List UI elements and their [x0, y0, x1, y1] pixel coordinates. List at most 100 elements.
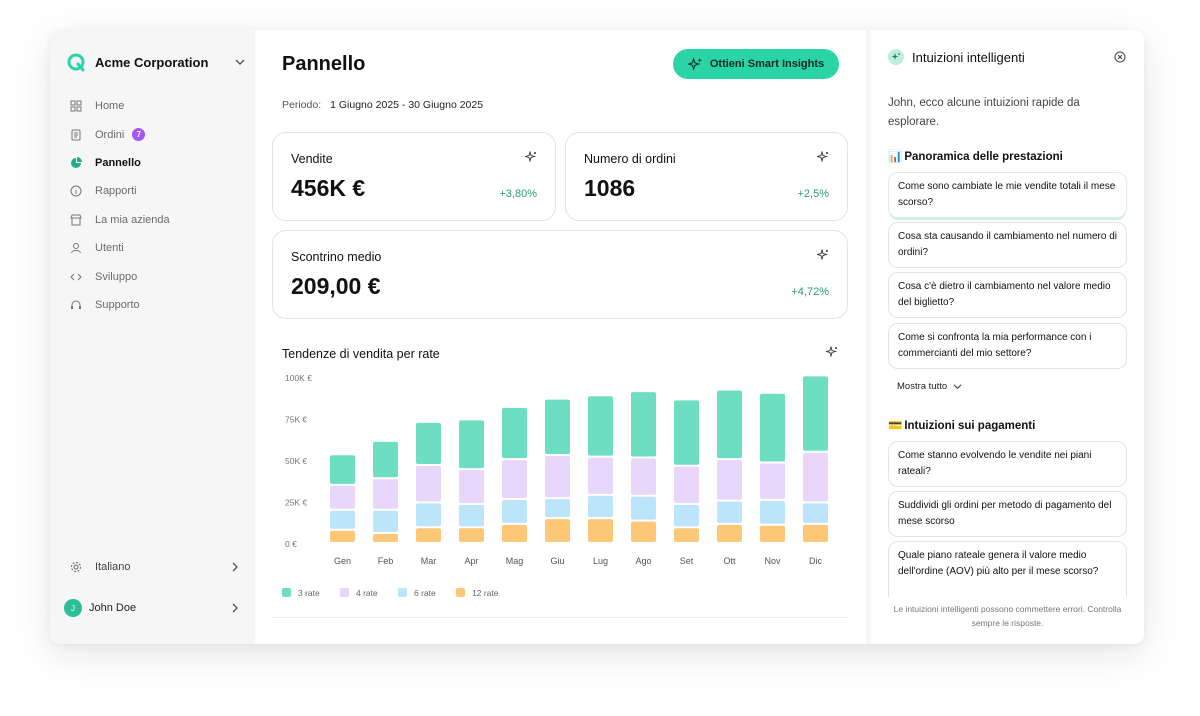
bar-segment	[330, 485, 355, 509]
y-tick-label: 50K €	[285, 456, 307, 466]
chevron-down-icon	[235, 59, 245, 65]
sales-trend-chart: 100K € 75K € 50K € 25K € 0 € Gen Feb Mar Apr Mag G…	[282, 373, 828, 598]
sidebar-item-pannello[interactable]: Pannello	[64, 149, 244, 177]
sparkle-icon[interactable]	[826, 346, 838, 358]
bar-segment	[760, 525, 785, 542]
bar-segment	[588, 495, 613, 518]
kpi-value: 1086	[584, 175, 636, 201]
x-tick-label: Lug	[593, 556, 608, 566]
bar-segment	[760, 463, 785, 499]
sparkle-icon[interactable]	[817, 249, 829, 261]
grid-icon	[70, 100, 82, 112]
avatar: J	[64, 599, 82, 617]
legend-swatch	[340, 588, 349, 597]
sidebar-item-ordini[interactable]: Ordini 7	[64, 120, 244, 148]
bar-segment	[459, 420, 484, 469]
bar-segment	[330, 510, 355, 529]
bar-segment	[760, 393, 785, 462]
bar-segment	[502, 524, 527, 542]
bar-segment	[502, 500, 527, 523]
kpi-value: 209,00 €	[291, 273, 381, 299]
bar-segment	[416, 528, 441, 542]
sparkle-icon	[888, 49, 904, 65]
get-smart-insights-button[interactable]: Ottieni Smart Insights	[673, 49, 839, 79]
question-suggestion[interactable]: Come si confronta la mia performance con…	[888, 323, 1127, 369]
bar-segment	[674, 504, 699, 527]
chart-title: Tendenze di vendita per rate	[282, 347, 440, 361]
bar-segment	[545, 456, 570, 498]
sidebar-item-label: Home	[95, 100, 125, 113]
sparkle-icon[interactable]	[817, 151, 829, 163]
legend-label: 12 rate	[472, 588, 499, 598]
sidebar-item-label: Supporto	[95, 298, 140, 311]
bar-segment	[717, 460, 742, 500]
sparkle-icon[interactable]	[525, 151, 537, 163]
question-suggestion[interactable]: Cosa c'è dietro il cambiamento nel valor…	[888, 272, 1127, 318]
kpi-card-orders: Numero di ordini 1086 +2,5%	[565, 132, 848, 221]
bar-segment	[502, 407, 527, 459]
question-suggestion[interactable]: Cosa sta causando il cambiamento nel num…	[888, 222, 1127, 268]
bar-segment	[631, 496, 656, 520]
x-tick-label: Apr	[464, 556, 478, 566]
bar-segment	[717, 390, 742, 459]
bar-segment	[588, 396, 613, 456]
section-title-performance: 📊 Panoramica delle prestazioni	[888, 151, 1063, 163]
x-tick-label: Gen	[334, 556, 351, 566]
bar-segment	[674, 400, 699, 465]
bar-segment	[330, 530, 355, 542]
sidebar-item-label: La mia azienda	[95, 213, 170, 226]
sidebar: Acme Corporation Home Ordini 7 Pannello …	[50, 30, 255, 644]
x-tick-label: Ott	[723, 556, 736, 566]
bar-segment	[330, 455, 355, 484]
sidebar-nav: Home Ordini 7 Pannello Rapporti La mia a…	[64, 92, 244, 319]
sidebar-item-label: Ordini	[95, 128, 125, 141]
orders-count-badge: 7	[132, 128, 146, 142]
app-window: Acme Corporation Home Ordini 7 Pannello …	[50, 30, 1144, 644]
headset-icon	[70, 299, 82, 311]
language-selector[interactable]: Italiano	[70, 561, 240, 573]
x-tick-label: Ago	[635, 556, 651, 566]
sidebar-item-supporto[interactable]: Supporto	[64, 291, 244, 319]
x-tick-label: Mar	[421, 556, 437, 566]
x-tick-label: Nov	[764, 556, 781, 566]
show-all-button[interactable]: Mostra tutto	[897, 381, 962, 392]
user-icon	[70, 242, 82, 254]
close-icon[interactable]	[1114, 51, 1126, 63]
x-tick-label: Feb	[378, 556, 394, 566]
user-menu[interactable]: J John Doe	[64, 599, 240, 617]
company-switcher[interactable]: Acme Corporation	[66, 52, 246, 72]
card-emoji-icon: 💳	[888, 420, 903, 432]
sidebar-item-label: Pannello	[95, 156, 141, 169]
panel-title: Intuizioni intelligenti	[912, 49, 1025, 65]
bar-segment	[803, 452, 828, 502]
bar-segment	[631, 392, 656, 457]
sparkle-icon	[687, 56, 702, 71]
sidebar-item-sviluppo[interactable]: Sviluppo	[64, 262, 244, 290]
question-suggestion[interactable]: Come sono cambiate le mie vendite totali…	[888, 172, 1127, 218]
kpi-card-sales: Vendite 456K € +3,80%	[272, 132, 556, 221]
bar-segment	[588, 457, 613, 494]
sidebar-item-utenti[interactable]: Utenti	[64, 234, 244, 262]
chart-emoji-icon: 📊	[888, 151, 903, 163]
bar-segment	[803, 376, 828, 451]
x-tick-label: Set	[680, 556, 694, 566]
insights-button-label: Ottieni Smart Insights	[709, 58, 825, 70]
bar-segment	[803, 503, 828, 523]
sidebar-item-azienda[interactable]: La mia azienda	[64, 206, 244, 234]
bar-segment	[717, 501, 742, 523]
question-suggestion[interactable]: Come stanno evolvendo le vendite nei pia…	[888, 441, 1127, 487]
sidebar-item-label: Rapporti	[95, 185, 137, 198]
sidebar-item-home[interactable]: Home	[64, 92, 244, 120]
bar-segment	[588, 519, 613, 542]
legend-label: 6 rate	[414, 588, 436, 598]
legend-swatch	[282, 588, 291, 597]
bar-segment	[717, 524, 742, 542]
smart-insights-panel: Intuizioni intelligenti John, ecco alcun…	[871, 30, 1144, 644]
sidebar-item-rapporti[interactable]: Rapporti	[64, 177, 244, 205]
kpi-delta: +4,72%	[791, 286, 829, 298]
section-title-payments: 💳 Intuizioni sui pagamenti	[888, 420, 1036, 432]
question-suggestion[interactable]: Quale piano rateale genera il valore med…	[888, 541, 1127, 597]
question-suggestion[interactable]: Suddividi gli ordini per metodo di pagam…	[888, 491, 1127, 537]
bar-segment	[631, 521, 656, 542]
bar-segment	[674, 528, 699, 542]
